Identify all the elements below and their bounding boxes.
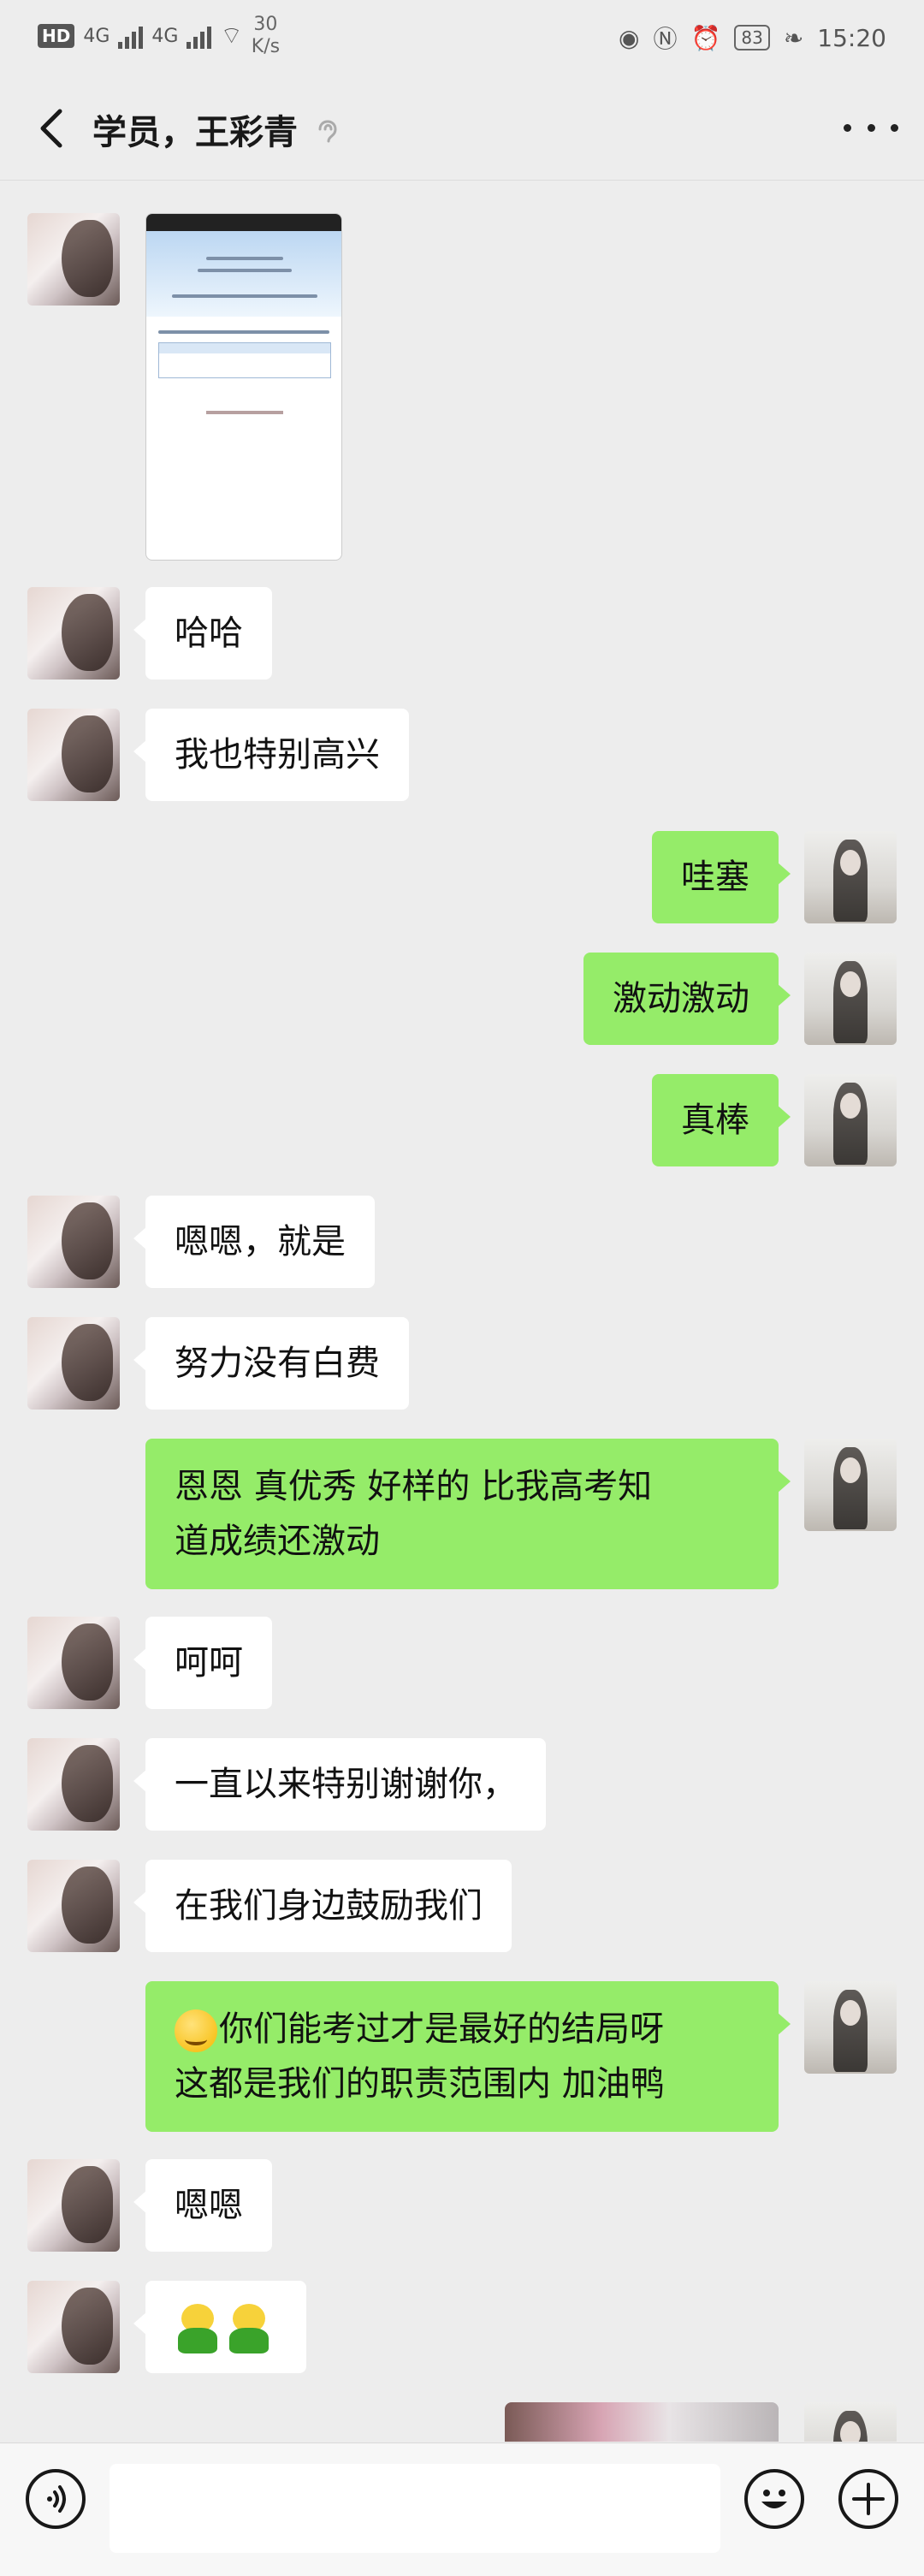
more-functions-button[interactable] <box>838 2469 898 2529</box>
smile-emoji-icon <box>175 2009 217 2052</box>
back-arrow-icon[interactable] <box>27 103 79 154</box>
signal-icon <box>118 23 144 49</box>
plus-icon <box>852 2483 885 2515</box>
thumb-banner <box>146 231 341 317</box>
message-bubble[interactable]: 一直以来特别谢谢你， <box>133 1738 546 1831</box>
message-line: 恩恩 真优秀 好样的 比我高考知 <box>175 1467 653 1506</box>
my-avatar[interactable] <box>804 1439 897 1531</box>
contact-avatar[interactable] <box>27 1617 120 1709</box>
contact-avatar[interactable] <box>27 2281 120 2373</box>
message-line: 这都是我们的职责范围内 加油鸭 <box>175 2064 665 2104</box>
message-bubble[interactable]: 我也特别高兴 <box>133 709 409 801</box>
voice-button[interactable] <box>26 2469 86 2529</box>
my-avatar[interactable] <box>804 2402 897 2442</box>
contact-avatar[interactable] <box>27 1738 120 1831</box>
network-4g-label: 4G <box>83 25 110 47</box>
chat-header: 学员，王彩青 <box>0 77 924 181</box>
signal-icon-2 <box>187 23 212 49</box>
contact-avatar[interactable] <box>27 1196 120 1288</box>
contact-avatar[interactable] <box>27 709 120 801</box>
message-bubble[interactable]: 恩恩 真优秀 好样的 比我高考知 道成绩还激动 <box>145 1439 791 1589</box>
network-speed-value: 30 <box>253 14 278 35</box>
message-line: 你们能考过才是最好的结局呀 <box>175 2002 749 2057</box>
network-speed-unit: K/s <box>251 36 281 57</box>
message-bubble[interactable]: 激动激动 <box>583 953 791 1045</box>
message-bubble[interactable]: 你们能考过才是最好的结局呀 这都是我们的职责范围内 加油鸭 <box>145 1981 791 2132</box>
message-bubble[interactable]: 哇塞 <box>652 831 791 923</box>
dot-icon <box>891 123 898 132</box>
message-line: 道成绩还激动 <box>175 1522 380 1561</box>
frog-emoji-icon <box>175 2304 221 2353</box>
my-avatar[interactable] <box>804 831 897 923</box>
nfc-icon: Ⓝ <box>653 25 678 53</box>
contact-avatar[interactable] <box>27 587 120 680</box>
battery-icon: 83 <box>734 25 770 50</box>
page-title: 学员，王彩青 <box>92 113 298 152</box>
contact-avatar[interactable] <box>27 1317 120 1410</box>
more-options-button[interactable] <box>844 106 898 149</box>
alarm-icon: ⏰ <box>690 23 721 52</box>
message-bubble[interactable]: 嗯嗯 <box>133 2159 272 2252</box>
message-bubble[interactable]: 在我们身边鼓励我们 <box>133 1860 512 1952</box>
image-message[interactable] <box>505 2402 779 2442</box>
message-input[interactable] <box>110 2464 720 2553</box>
emoji-button[interactable] <box>744 2469 804 2529</box>
clock-time: 15:20 <box>817 23 886 52</box>
message-bubble[interactable]: 嗯嗯，就是 <box>133 1196 375 1288</box>
message-bubble[interactable]: 呵呵 <box>133 1617 272 1709</box>
image-message[interactable] <box>145 213 342 561</box>
thumb-statusbar <box>146 214 341 231</box>
wifi-icon: ⌔ <box>220 21 243 50</box>
message-line-text: 你们能考过才是最好的结局呀 <box>219 2009 664 2049</box>
my-avatar[interactable] <box>804 1074 897 1166</box>
message-bubble[interactable]: 哈哈 <box>133 587 272 680</box>
emoji-message[interactable] <box>133 2281 306 2373</box>
thumb-footer <box>206 411 283 414</box>
title-group: 学员，王彩青 <box>92 104 344 154</box>
thumb-table <box>158 342 331 378</box>
ear-icon <box>318 120 337 143</box>
network-speed: 30 K/s <box>252 14 280 58</box>
status-left: HD 4G 4G ⌔ 30 K/s <box>38 14 280 58</box>
smiley-icon <box>761 2490 787 2508</box>
status-bar: HD 4G 4G ⌔ 30 K/s ◉ Ⓝ ⏰ 83 ❧ 15:20 <box>0 0 924 77</box>
my-avatar[interactable] <box>804 1981 897 2074</box>
contact-avatar[interactable] <box>27 213 120 306</box>
network-4g-label-2: 4G <box>151 25 179 47</box>
chat-area[interactable]: 哈哈 我也特别高兴 哇塞 激动激动 真棒 嗯嗯，就是 努力没有白费 恩恩 真优秀… <box>0 181 924 2442</box>
contact-avatar[interactable] <box>27 1860 120 1952</box>
input-bar <box>0 2442 924 2576</box>
contact-avatar[interactable] <box>27 2159 120 2252</box>
leaf-icon: ❧ <box>783 23 804 52</box>
eye-icon: ◉ <box>619 23 640 52</box>
frog-emoji-icon <box>226 2304 272 2353</box>
voice-icon <box>47 2485 66 2513</box>
dot-icon <box>844 123 851 132</box>
status-right: ◉ Ⓝ ⏰ 83 ❧ 15:20 <box>619 21 886 55</box>
dot-icon <box>867 123 875 132</box>
my-avatar[interactable] <box>804 953 897 1045</box>
message-bubble[interactable]: 努力没有白费 <box>133 1317 409 1410</box>
message-bubble[interactable]: 真棒 <box>652 1074 791 1166</box>
hd-badge: HD <box>38 24 75 48</box>
message-row <box>0 213 924 564</box>
